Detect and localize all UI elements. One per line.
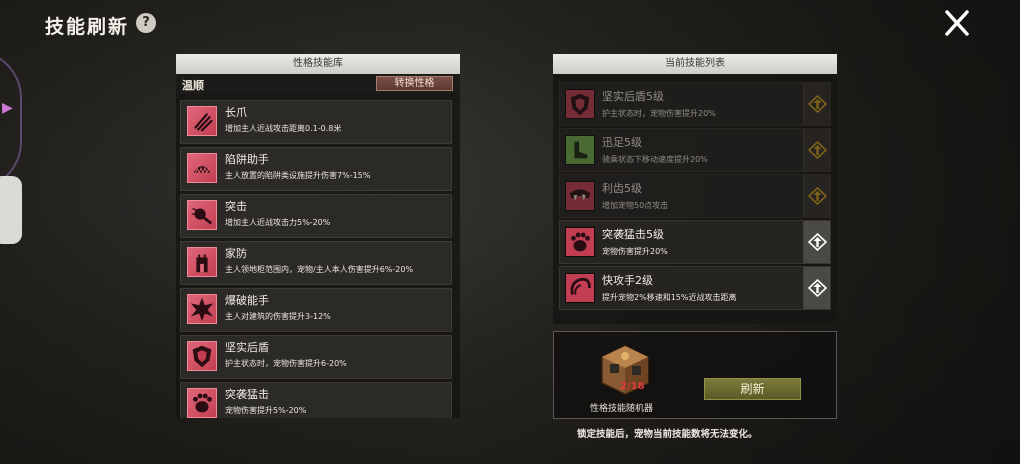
skill-desc: 主人放置的陷阱类设施提升伤害7%-15% (225, 171, 371, 180)
lock-note: 锁定技能后，宠物当前技能数将无法变化。 (577, 429, 758, 440)
randomizer-count: 2/18 (620, 381, 645, 392)
tower-icon (187, 247, 217, 277)
skill-name: 家防 (225, 247, 247, 260)
side-arrow-icon[interactable]: ▶ (2, 100, 13, 116)
library-skill-card[interactable]: 坚实后盾护主状态时，宠物伤害提升6-20% (180, 335, 452, 379)
page-title: 技能刷新 (45, 16, 130, 38)
swipe-icon (565, 273, 595, 303)
skill-library-list: 长爪增加主人近战攻击距离0.1-0.8米陷阱助手主人放置的陷阱类设施提升伤害7%… (176, 94, 460, 418)
fang-icon (565, 181, 595, 211)
claw-icon (187, 106, 217, 136)
shield-icon (187, 341, 217, 371)
current-skill-name: 利齿5级 (602, 182, 642, 195)
current-skills-list: 坚实后盾5级 护主状态时，宠物伤害提升20% 迅足5级 骑乘状态下移动速度提升20% 利… (553, 74, 837, 310)
skill-name: 爆破能手 (225, 294, 269, 307)
paw-icon (187, 388, 217, 418)
skill-name: 突袭猛击 (225, 388, 269, 401)
current-skill-name: 快攻手2级 (602, 274, 653, 287)
current-skill-card[interactable]: 快攻手2级提升宠物2%移速和15%近战攻击距离 (559, 266, 831, 310)
skill-name: 突击 (225, 200, 247, 213)
refresh-button[interactable]: 刷新 (704, 378, 801, 400)
current-skill-name: 突袭猛击5级 (602, 228, 664, 241)
locked-toggle-icon[interactable] (803, 175, 830, 217)
library-skill-card[interactable]: 长爪增加主人近战攻击距离0.1-0.8米 (180, 100, 452, 144)
shield-icon (565, 89, 595, 119)
current-skill-card[interactable]: 迅足5级骑乘状态下移动速度提升20% (559, 128, 831, 172)
close-icon[interactable] (940, 8, 974, 38)
library-skill-card[interactable]: 陷阱助手主人放置的陷阱类设施提升伤害7%-15% (180, 147, 452, 191)
temper-row: 温顺 转换性格 (176, 74, 460, 94)
current-skill-desc: 骑乘状态下移动速度提升20% (602, 155, 708, 164)
assault-icon (187, 200, 217, 230)
current-skill-card[interactable]: 利齿5级增加宠物50点攻击 (559, 174, 831, 218)
trap-icon (187, 153, 217, 183)
current-skill-name: 坚实后盾5级 (602, 90, 664, 103)
side-tab[interactable] (0, 176, 22, 244)
unlock-toggle-icon[interactable] (803, 221, 830, 263)
current-skills-title: 当前技能列表 (553, 54, 837, 74)
skill-name: 坚实后盾 (225, 341, 269, 354)
skill-desc: 主人领地柜范围内，宠物/主人本人伤害提升6%-20% (225, 265, 414, 274)
locked-toggle-icon[interactable] (803, 129, 830, 171)
paw-icon (565, 227, 595, 257)
skill-desc: 增加主人近战攻击距离0.1-0.8米 (225, 124, 342, 133)
skill-desc: 宠物伤害提升5%-20% (225, 406, 307, 415)
current-skill-desc: 宠物伤害提升20% (602, 247, 668, 256)
library-skill-card[interactable]: 突袭猛击宠物伤害提升5%-20% (180, 382, 452, 418)
skill-name: 长爪 (225, 106, 247, 119)
current-skills-panel: 当前技能列表 坚实后盾5级 护主状态时，宠物伤害提升20% 迅足5级 骑乘状态下移动速… (553, 54, 837, 324)
skill-desc: 护主状态时，宠物伤害提升6-20% (225, 359, 347, 368)
explosion-icon (187, 294, 217, 324)
library-skill-card[interactable]: 爆破能手主人对建筑的伤害提升3-12% (180, 288, 452, 332)
current-skill-desc: 增加宠物50点攻击 (602, 201, 669, 210)
help-icon[interactable]: ? (136, 13, 156, 33)
side-decoration-arc (0, 50, 22, 190)
current-skill-card[interactable]: 坚实后盾5级护主状态时，宠物伤害提升20% (559, 82, 831, 126)
randomizer-label: 性格技能随机器 (590, 404, 654, 414)
current-skill-card[interactable]: 突袭猛击5级宠物伤害提升20% (559, 220, 831, 264)
randomizer-box: 2/18 性格技能随机器 刷新 (553, 331, 837, 419)
skill-library-title: 性格技能库 (176, 54, 460, 74)
unlock-toggle-icon[interactable] (803, 267, 830, 309)
swap-temper-button[interactable]: 转换性格 (376, 76, 453, 91)
locked-toggle-icon[interactable] (803, 83, 830, 125)
skill-name: 陷阱助手 (225, 153, 269, 166)
current-skill-name: 迅足5级 (602, 136, 642, 149)
current-skill-desc: 提升宠物2%移速和15%近战攻击距离 (602, 293, 737, 302)
skill-library-panel: 性格技能库 温顺 转换性格 长爪增加主人近战攻击距离0.1-0.8米陷阱助手主人… (176, 54, 460, 418)
skill-desc: 增加主人近战攻击力5%-20% (225, 218, 331, 227)
library-skill-card[interactable]: 突击增加主人近战攻击力5%-20% (180, 194, 452, 238)
boot-icon (565, 135, 595, 165)
temper-label: 温顺 (182, 79, 204, 92)
current-skill-desc: 护主状态时，宠物伤害提升20% (602, 109, 716, 118)
library-skill-card[interactable]: 家防主人领地柜范围内，宠物/主人本人伤害提升6%-20% (180, 241, 452, 285)
skill-desc: 主人对建筑的伤害提升3-12% (225, 312, 331, 321)
